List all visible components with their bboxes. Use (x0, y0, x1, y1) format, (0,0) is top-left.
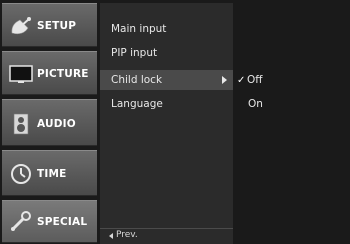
prev-button[interactable]: Prev. (100, 228, 233, 244)
submenu-item-main-input[interactable]: Main input (111, 23, 166, 35)
category-label: SPECIAL (37, 216, 88, 228)
options-panel (235, 3, 350, 241)
submenu-arrow-icon (222, 76, 227, 84)
category-label: TIME (37, 168, 67, 180)
category-audio[interactable]: AUDIO (2, 99, 97, 146)
wrench-icon (9, 211, 33, 231)
submenu-item-language[interactable]: Language (111, 98, 163, 110)
category-label: AUDIO (37, 118, 76, 130)
option-on[interactable]: On (248, 98, 263, 110)
category-label: PICTURE (37, 68, 89, 80)
check-icon: ✓ (237, 75, 246, 86)
submenu-item-child-lock[interactable]: Child lock (111, 74, 162, 86)
osd-menu-screen: SETUP PICTURE AUDIO TIME SPECIAL Main in… (0, 0, 350, 244)
category-setup[interactable]: SETUP (2, 3, 97, 47)
prev-label: Prev. (116, 230, 138, 240)
category-special[interactable]: SPECIAL (2, 200, 97, 243)
category-label: SETUP (37, 20, 77, 32)
submenu-panel (100, 3, 233, 241)
monitor-icon (9, 64, 33, 84)
satellite-dish-icon (9, 16, 33, 36)
category-time[interactable]: TIME (2, 150, 97, 196)
left-arrow-icon (109, 233, 113, 239)
option-off[interactable]: Off (247, 74, 263, 86)
category-picture[interactable]: PICTURE (2, 51, 97, 95)
clock-icon (9, 163, 33, 184)
submenu-item-pip-input[interactable]: PIP input (111, 47, 157, 59)
speaker-icon (9, 113, 33, 135)
